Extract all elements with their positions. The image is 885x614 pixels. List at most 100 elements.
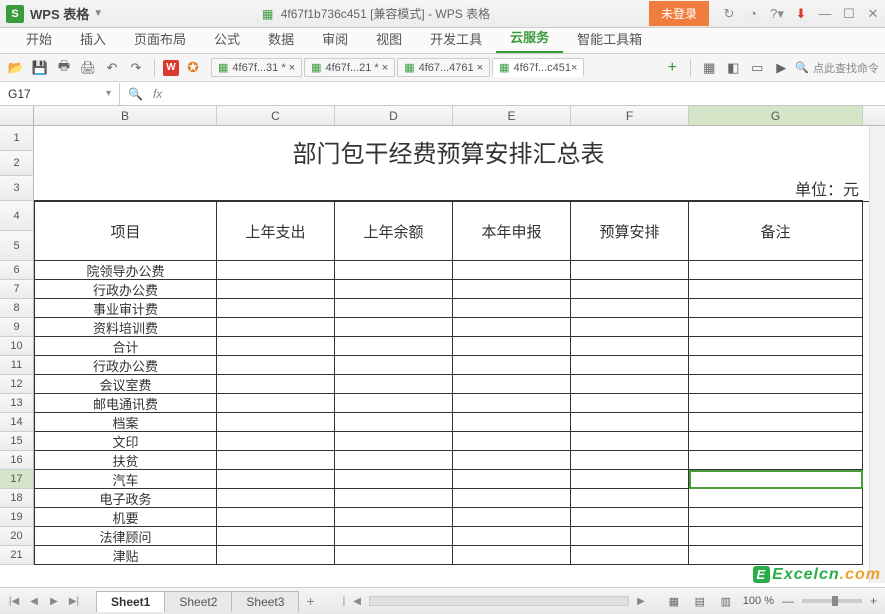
cell-G9[interactable] xyxy=(689,318,863,337)
cell-B21[interactable]: 津贴 xyxy=(34,546,217,565)
hscroll-left-icon[interactable]: ◀ xyxy=(353,596,361,607)
cell-B12[interactable]: 会议室费 xyxy=(34,375,217,394)
row-header-18[interactable]: 18 xyxy=(0,489,34,508)
app-menu-caret-icon[interactable]: ▼ xyxy=(93,8,103,19)
cell-F6[interactable] xyxy=(571,261,689,280)
col-header-C[interactable]: C xyxy=(217,106,335,125)
cell-G17[interactable] xyxy=(689,470,863,489)
row-header-15[interactable]: 15 xyxy=(0,432,34,451)
tool-icon-1[interactable]: ▦ xyxy=(699,58,719,78)
sheet-next-icon[interactable]: ▶ xyxy=(46,593,62,609)
row-header-4[interactable]: 4 xyxy=(0,201,34,231)
fx-search-icon[interactable]: 🔍 xyxy=(128,87,143,101)
cell-D12[interactable] xyxy=(335,375,453,394)
row-header-11[interactable]: 11 xyxy=(0,356,34,375)
select-all-corner[interactable] xyxy=(0,106,34,125)
brain-icon[interactable]: ✪ xyxy=(183,58,203,78)
open-icon[interactable]: 📂 xyxy=(6,58,26,78)
cell-E10[interactable] xyxy=(453,337,571,356)
cell-C10[interactable] xyxy=(217,337,335,356)
cell-E15[interactable] xyxy=(453,432,571,451)
header-cell-0[interactable]: 项目 xyxy=(34,202,217,261)
menu-item-4[interactable]: 数据 xyxy=(254,25,308,53)
row-header-9[interactable]: 9 xyxy=(0,318,34,337)
cell-F21[interactable] xyxy=(571,546,689,565)
cell-G11[interactable] xyxy=(689,356,863,375)
settings-icon[interactable]: ◔ xyxy=(741,2,765,26)
col-header-G[interactable]: G xyxy=(689,106,863,125)
cell-F10[interactable] xyxy=(571,337,689,356)
cell-B16[interactable]: 扶贫 xyxy=(34,451,217,470)
cell-G16[interactable] xyxy=(689,451,863,470)
close-icon[interactable]: ✕ xyxy=(861,2,885,26)
login-button[interactable]: 未登录 xyxy=(649,1,709,26)
cell-B17[interactable]: 汽车 xyxy=(34,470,217,489)
unit-cell[interactable]: 单位：元 xyxy=(34,176,863,201)
save-icon[interactable]: 💾 xyxy=(30,58,50,78)
sheet-tab-Sheet3[interactable]: Sheet3 xyxy=(231,591,299,612)
cell-F8[interactable] xyxy=(571,299,689,318)
cell-D9[interactable] xyxy=(335,318,453,337)
cell-B11[interactable]: 行政办公费 xyxy=(34,356,217,375)
menu-item-8[interactable]: 云服务 xyxy=(496,23,563,53)
zoom-level[interactable]: 100 % xyxy=(743,595,774,607)
tool-icon-2[interactable]: ◧ xyxy=(723,58,743,78)
cell-B15[interactable]: 文印 xyxy=(34,432,217,451)
cell-C11[interactable] xyxy=(217,356,335,375)
cell-E16[interactable] xyxy=(453,451,571,470)
cell-F13[interactable] xyxy=(571,394,689,413)
cell-C7[interactable] xyxy=(217,280,335,299)
col-header-E[interactable]: E xyxy=(453,106,571,125)
menu-item-2[interactable]: 页面布局 xyxy=(120,25,200,53)
header-cell-1[interactable]: 上年支出 xyxy=(217,202,335,261)
spreadsheet-grid[interactable]: BCDEFG 123456789101112131415161718192021… xyxy=(0,106,885,583)
cell-B20[interactable]: 法律顾问 xyxy=(34,527,217,546)
cell-C15[interactable] xyxy=(217,432,335,451)
cell-D21[interactable] xyxy=(335,546,453,565)
cell-F20[interactable] xyxy=(571,527,689,546)
cell-C16[interactable] xyxy=(217,451,335,470)
cell-G10[interactable] xyxy=(689,337,863,356)
view-page-icon[interactable]: ▤ xyxy=(691,594,709,608)
cell-E13[interactable] xyxy=(453,394,571,413)
row-header-10[interactable]: 10 xyxy=(0,337,34,356)
zoom-out-icon[interactable]: — xyxy=(782,594,794,608)
row-header-21[interactable]: 21 xyxy=(0,546,34,565)
row-header-16[interactable]: 16 xyxy=(0,451,34,470)
cell-C19[interactable] xyxy=(217,508,335,527)
cell-G12[interactable] xyxy=(689,375,863,394)
cell-C18[interactable] xyxy=(217,489,335,508)
row-header-12[interactable]: 12 xyxy=(0,375,34,394)
cell-G18[interactable] xyxy=(689,489,863,508)
cell-E8[interactable] xyxy=(453,299,571,318)
cell-F18[interactable] xyxy=(571,489,689,508)
file-tab-2[interactable]: ▦4f67...4761 × xyxy=(397,58,490,77)
help-icon[interactable]: ?▾ xyxy=(765,2,789,26)
cell-F14[interactable] xyxy=(571,413,689,432)
print-icon[interactable]: 🖶 xyxy=(54,58,74,78)
cell-E12[interactable] xyxy=(453,375,571,394)
cell-B13[interactable]: 邮电通讯费 xyxy=(34,394,217,413)
cell-D17[interactable] xyxy=(335,470,453,489)
cell-G13[interactable] xyxy=(689,394,863,413)
cell-G20[interactable] xyxy=(689,527,863,546)
cell-C13[interactable] xyxy=(217,394,335,413)
menu-item-6[interactable]: 视图 xyxy=(362,25,416,53)
tool-icon-3[interactable]: ▭ xyxy=(747,58,767,78)
sheet-first-icon[interactable]: |◀ xyxy=(6,593,22,609)
cell-F19[interactable] xyxy=(571,508,689,527)
sheet-title-cell[interactable]: 部门包干经费预算安排汇总表 xyxy=(34,126,863,176)
header-cell-4[interactable]: 预算安排 xyxy=(571,202,689,261)
row-header-7[interactable]: 7 xyxy=(0,280,34,299)
cell-E7[interactable] xyxy=(453,280,571,299)
file-tab-3[interactable]: ▦4f67f...c451× xyxy=(492,58,584,77)
row-header-14[interactable]: 14 xyxy=(0,413,34,432)
header-cell-5[interactable]: 备注 xyxy=(689,202,863,261)
row-header-8[interactable]: 8 xyxy=(0,299,34,318)
row-header-1[interactable]: 1 xyxy=(0,126,34,151)
header-cell-3[interactable]: 本年申报 xyxy=(453,202,571,261)
view-layout-icon[interactable]: ▥ xyxy=(717,594,735,608)
menu-item-7[interactable]: 开发工具 xyxy=(416,25,496,53)
cell-G7[interactable] xyxy=(689,280,863,299)
file-tab-1[interactable]: ▦4f67f...21 * × xyxy=(304,58,395,77)
